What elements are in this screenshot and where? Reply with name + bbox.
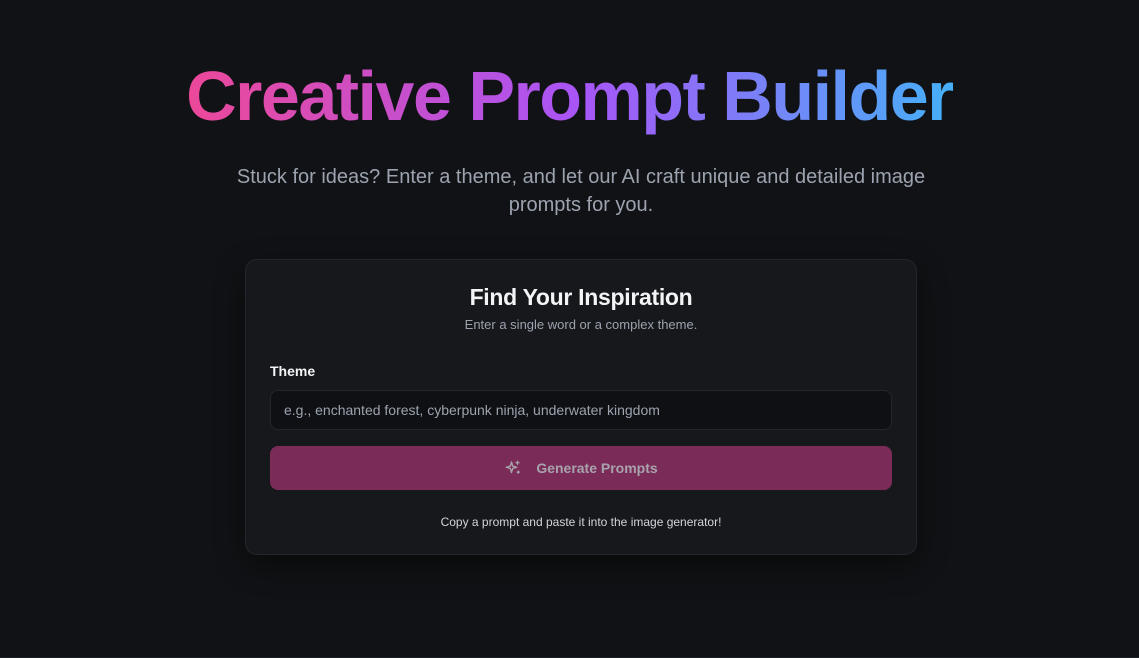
generate-prompts-button[interactable]: Generate Prompts (270, 446, 892, 490)
inspiration-card: Find Your Inspiration Enter a single wor… (245, 259, 917, 555)
card-title: Find Your Inspiration (469, 284, 693, 310)
theme-label: Theme (270, 363, 316, 379)
generate-prompts-label: Generate Prompts (536, 460, 658, 476)
page-title-text: Creative Prompt Builder (186, 57, 954, 135)
footer-note: Copy a prompt and paste it into the imag… (440, 515, 722, 529)
theme-input[interactable] (270, 390, 892, 430)
sparkles-icon (504, 459, 522, 477)
page-title: Creative Prompt Builder (0, 52, 1139, 140)
card-subtitle: Enter a single word or a complex theme. (464, 317, 698, 332)
page-subtitle: Stuck for ideas? Enter a theme, and let … (236, 166, 926, 216)
page: Creative Prompt Builder Stuck for ideas?… (0, 0, 1139, 658)
